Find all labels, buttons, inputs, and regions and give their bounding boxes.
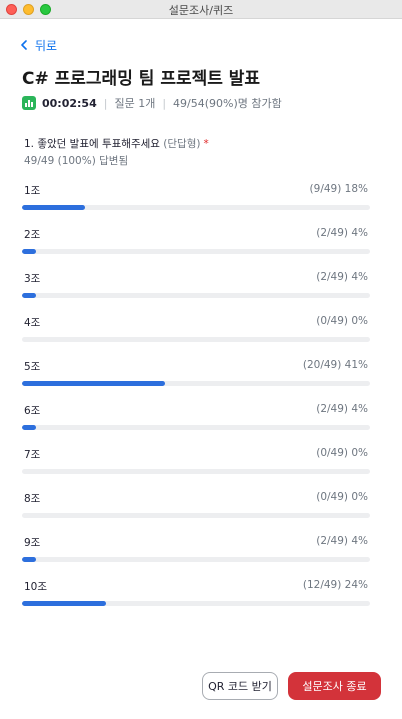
option-label: 4조 <box>24 317 41 329</box>
option-stat: (2/49) 4% <box>316 271 368 283</box>
option-bar-track <box>22 381 370 386</box>
option-bar-fill <box>22 249 36 254</box>
option-bar-fill <box>22 425 36 430</box>
option-row: 5조 (20/49) 41% <box>22 359 370 389</box>
option-bar-fill <box>22 601 106 606</box>
option-bar-track <box>22 469 370 474</box>
option-label: 8조 <box>24 493 41 505</box>
option-row: 8조 (0/49) 0% <box>22 491 370 521</box>
option-row: 3조 (2/49) 4% <box>22 271 370 301</box>
back-label: 뒤로 <box>35 38 58 53</box>
question-text: 1. 좋았던 발표에 투표해주세요 <box>24 138 160 150</box>
option-label: 5조 <box>24 361 41 373</box>
poll-timer: 00:02:54 <box>42 96 97 110</box>
option-label: 3조 <box>24 273 41 285</box>
option-row: 4조 (0/49) 0% <box>22 315 370 345</box>
option-bar-track <box>22 205 370 210</box>
option-label: 7조 <box>24 449 41 461</box>
option-stat: (9/49) 18% <box>309 183 368 195</box>
option-label: 9조 <box>24 537 41 549</box>
option-row: 1조 (9/49) 18% <box>22 183 370 213</box>
option-label: 2조 <box>24 229 41 241</box>
option-bar-track <box>22 601 370 606</box>
answered-count: 49/49 (100%) 답변됨 <box>24 155 129 167</box>
option-stat: (0/49) 0% <box>316 447 368 459</box>
option-label: 6조 <box>24 405 41 417</box>
option-bar-track <box>22 557 370 562</box>
option-bar-track <box>22 513 370 518</box>
poll-stats: 00:02:54 | 질문 1개 | 49/54(90%)명 참가함 <box>22 95 282 111</box>
option-label: 1조 <box>24 185 41 197</box>
option-bar-track <box>22 293 370 298</box>
question-heading: 1. 좋았던 발표에 투표해주세요 (단답형) * <box>24 136 209 151</box>
required-mark: * <box>203 138 209 150</box>
option-row: 9조 (2/49) 4% <box>22 535 370 565</box>
question-count: 질문 1개 <box>114 97 156 110</box>
divider: | <box>103 96 108 110</box>
option-row: 7조 (0/49) 0% <box>22 447 370 477</box>
option-row: 10조 (12/49) 24% <box>22 579 370 609</box>
poll-title: C# 프로그래밍 팀 프로젝트 발표 <box>22 69 261 89</box>
get-qr-code-button[interactable]: QR 코드 받기 <box>202 672 278 700</box>
option-row: 2조 (2/49) 4% <box>22 227 370 257</box>
option-stat: (2/49) 4% <box>316 535 368 547</box>
option-bar-track <box>22 249 370 254</box>
option-bar-fill <box>22 293 36 298</box>
divider: | <box>162 96 167 110</box>
option-row: 6조 (2/49) 4% <box>22 403 370 433</box>
option-bar-track <box>22 337 370 342</box>
option-stat: (12/49) 24% <box>302 579 368 591</box>
option-bar-track <box>22 425 370 430</box>
window-title: 설문조사/퀴즈 <box>168 4 234 17</box>
end-poll-button[interactable]: 설문조사 종료 <box>288 672 381 700</box>
chevron-left-icon <box>21 40 27 50</box>
question-type: (단답형) <box>163 138 201 150</box>
option-label: 10조 <box>24 581 48 593</box>
bar-chart-icon <box>22 96 36 110</box>
option-stat: (2/49) 4% <box>316 227 368 239</box>
back-link[interactable]: 뒤로 <box>21 37 57 53</box>
participation-count: 49/54(90%)명 참가함 <box>173 97 282 110</box>
option-bar-fill <box>22 381 165 386</box>
option-stat: (2/49) 4% <box>316 403 368 415</box>
option-stat: (0/49) 0% <box>316 491 368 503</box>
option-bar-fill <box>22 205 85 210</box>
window-titlebar: 설문조사/퀴즈 <box>0 0 402 19</box>
option-stat: (0/49) 0% <box>316 315 368 327</box>
option-bar-fill <box>22 557 36 562</box>
option-stat: (20/49) 41% <box>302 359 368 371</box>
